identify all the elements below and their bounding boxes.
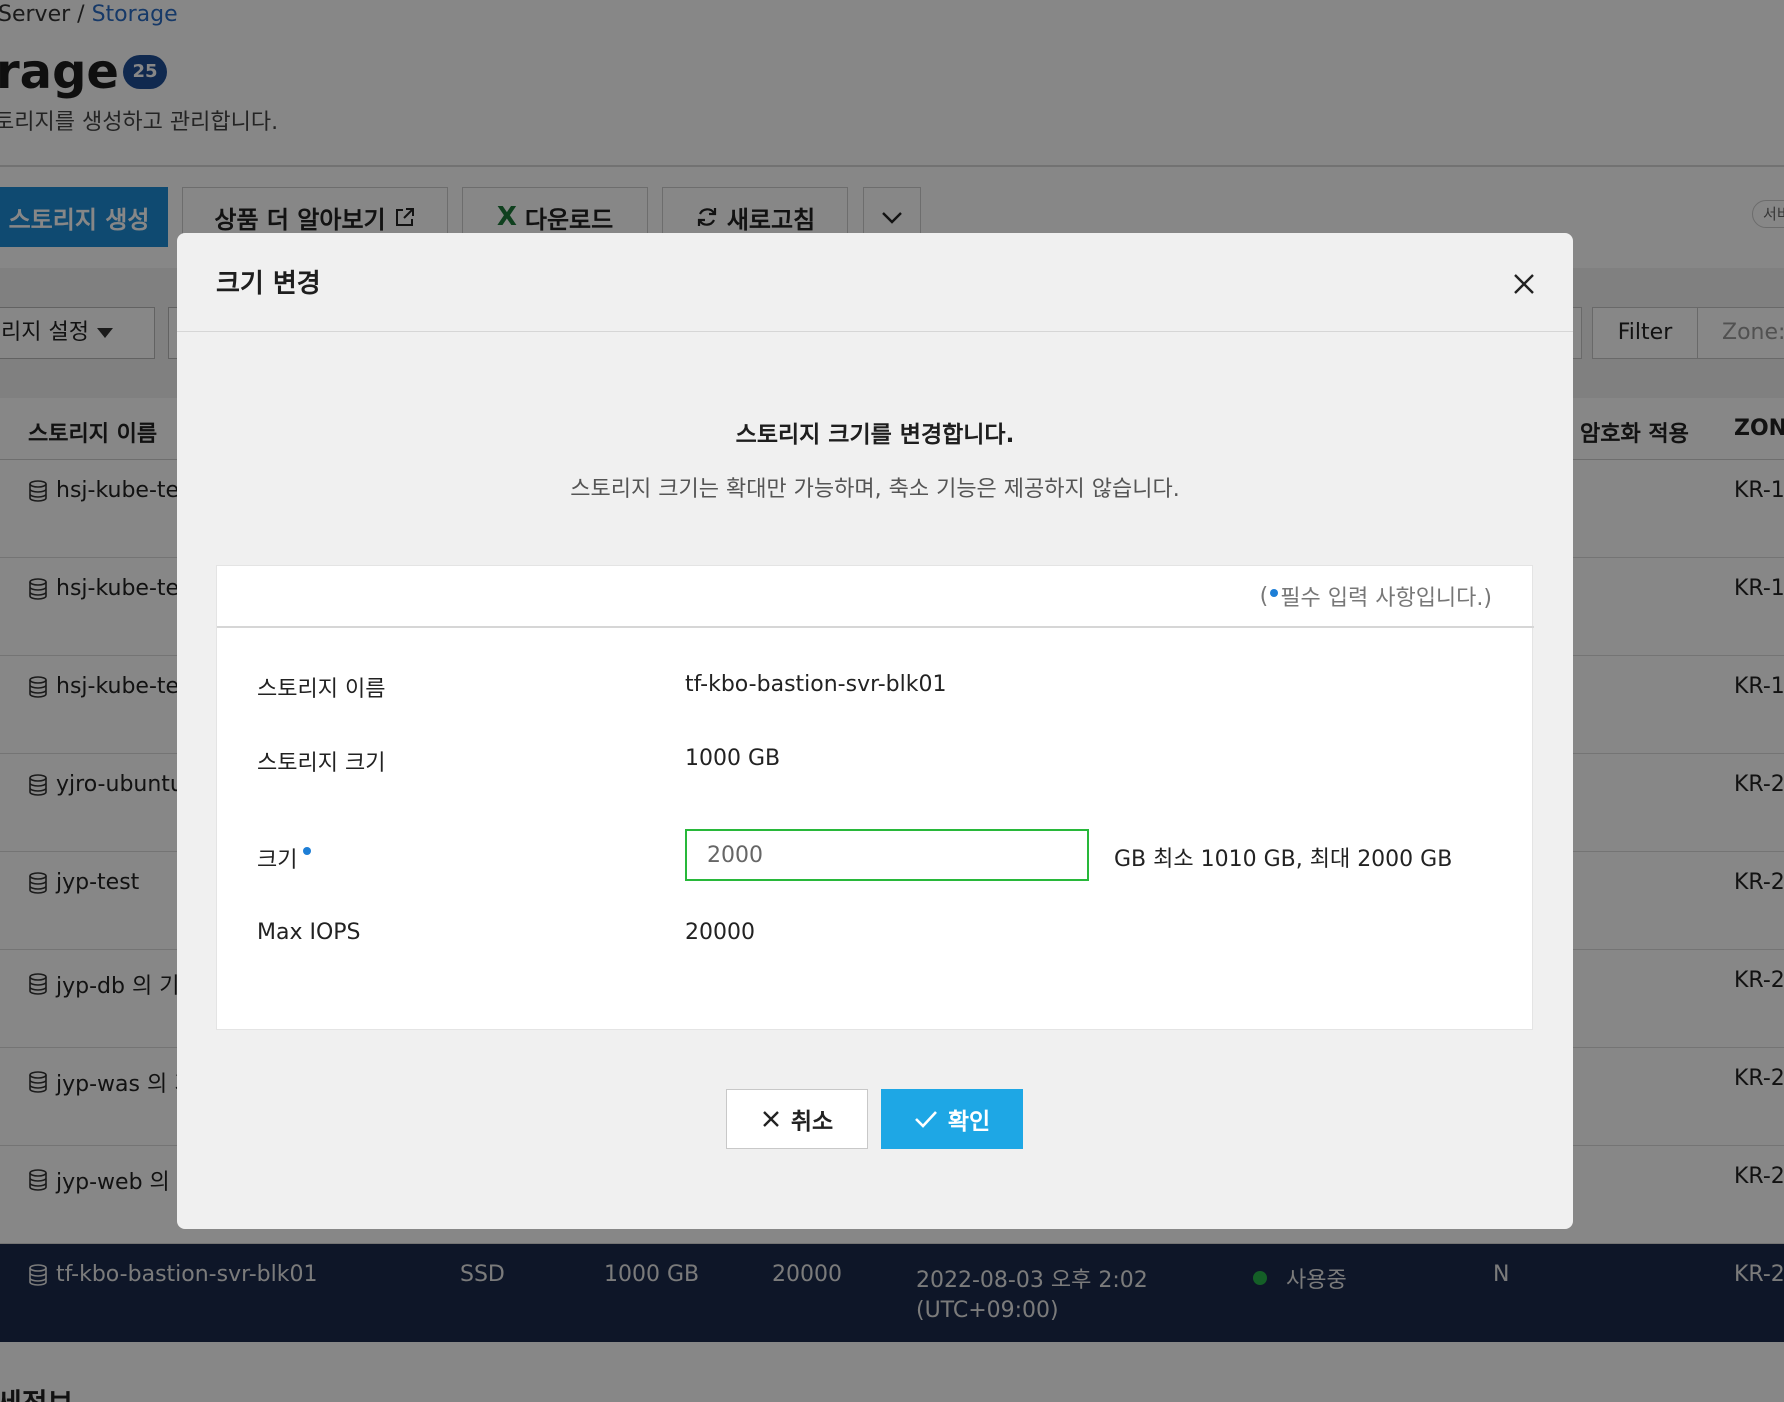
confirm-label: 확인 <box>947 1109 991 1135</box>
resize-storage-modal: 크기 변경 스토리지 크기를 변경합니다. 스토리지 크기는 확대만 가능하며,… <box>177 233 1573 1229</box>
cancel-button[interactable]: 취소 <box>726 1089 868 1149</box>
intro-title: 스토리지 크기를 변경합니다. <box>735 422 1015 448</box>
cancel-label: 취소 <box>790 1109 834 1135</box>
current-size-value: 1000 GB <box>685 746 781 771</box>
required-note-text: 필수 입력 사항입니다.) <box>1280 586 1492 611</box>
close-button[interactable] <box>1511 271 1537 297</box>
modal-header: 크기 변경 <box>177 233 1573 332</box>
modal-title: 크기 변경 <box>216 269 321 299</box>
required-dot-icon <box>303 847 312 855</box>
max-iops-label: Max IOPS <box>257 920 361 945</box>
storage-name-value: tf-kbo-bastion-svr-blk01 <box>685 672 947 697</box>
panel-divider <box>217 626 1534 628</box>
close-icon <box>1514 274 1534 294</box>
storage-name-label: 스토리지 이름 <box>257 677 386 702</box>
size-label: 크기 <box>257 842 312 874</box>
close-icon <box>762 1111 779 1127</box>
form-panel: ( 필수 입력 사항입니다.) 스토리지 이름 tf-kbo-bastion-s… <box>216 565 1534 1030</box>
current-size-label: 스토리지 크기 <box>257 751 386 776</box>
confirm-button[interactable]: 확인 <box>881 1089 1023 1149</box>
size-hint: GB 최소 1010 GB, 최대 2000 GB <box>1114 847 1453 872</box>
check-icon <box>914 1111 937 1128</box>
required-note: ( 필수 입력 사항입니다.) <box>1260 580 1492 612</box>
max-iops-value: 20000 <box>685 920 755 945</box>
required-dot-icon <box>1270 589 1279 597</box>
intro-description: 스토리지 크기는 확대만 가능하며, 축소 기능은 제공하지 않습니다. <box>570 477 1180 502</box>
required-note-open: ( <box>1259 583 1269 609</box>
size-input[interactable] <box>685 829 1089 881</box>
size-label-text: 크기 <box>257 848 298 873</box>
